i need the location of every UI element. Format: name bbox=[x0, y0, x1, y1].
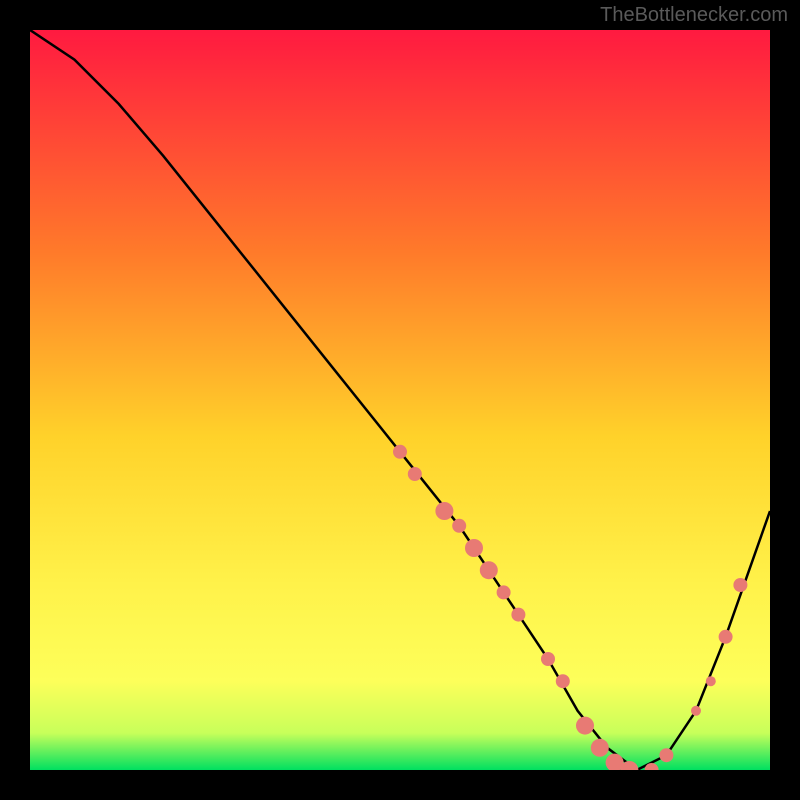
data-marker bbox=[733, 578, 747, 592]
data-marker bbox=[719, 630, 733, 644]
data-marker bbox=[452, 519, 466, 533]
watermark-text: TheBottlenecker.com bbox=[600, 4, 788, 27]
data-marker bbox=[576, 717, 594, 735]
gradient-background bbox=[30, 30, 770, 770]
data-marker bbox=[706, 676, 716, 686]
data-marker bbox=[591, 739, 609, 757]
data-marker bbox=[497, 585, 511, 599]
data-marker bbox=[556, 674, 570, 688]
plot-area bbox=[30, 30, 770, 770]
data-marker bbox=[435, 502, 453, 520]
data-marker bbox=[408, 467, 422, 481]
data-marker bbox=[541, 652, 555, 666]
data-marker bbox=[393, 445, 407, 459]
data-marker bbox=[659, 748, 673, 762]
data-marker bbox=[480, 561, 498, 579]
chart-svg bbox=[30, 30, 770, 770]
data-marker bbox=[465, 539, 483, 557]
data-marker bbox=[691, 706, 701, 716]
data-marker bbox=[511, 608, 525, 622]
